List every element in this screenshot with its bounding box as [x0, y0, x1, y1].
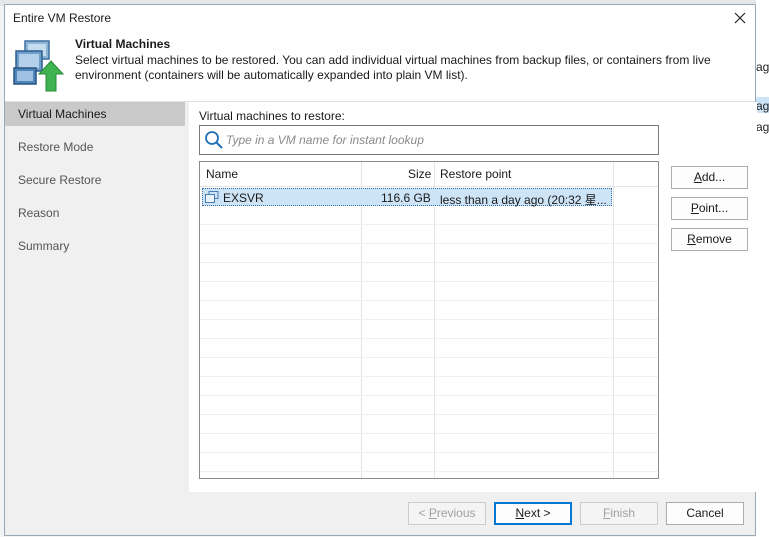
grid-line [200, 376, 658, 377]
next-button-label-post: ext > [524, 506, 551, 520]
previous-button-label-post: revious [436, 506, 476, 520]
background-text-fragment: ag [756, 99, 769, 113]
grid-line [200, 357, 658, 358]
restore-dialog: Entire VM Restore Virtual Machines Selec… [4, 4, 757, 536]
column-header-restore-point[interactable]: Restore point [440, 167, 511, 181]
grid-line [200, 414, 658, 415]
finish-button[interactable]: Finish [580, 502, 658, 525]
grid-line [200, 300, 658, 301]
grid-line [200, 243, 658, 244]
window-title: Entire VM Restore [13, 11, 112, 25]
previous-button-access-key: P [428, 506, 437, 520]
previous-button[interactable]: < Previous [408, 502, 486, 525]
grid-line [200, 433, 658, 434]
virtual-machines-restore-icon [13, 40, 65, 92]
grid-line [200, 452, 658, 453]
next-button[interactable]: Next > [494, 502, 572, 525]
remove-button-label-post: emove [695, 232, 732, 246]
column-divider [434, 162, 435, 478]
grid-line [200, 319, 658, 320]
point-button[interactable]: Point... [671, 197, 748, 220]
step-virtual-machines[interactable]: Virtual Machines [5, 102, 185, 126]
background-text-fragment: ag [756, 60, 769, 74]
grid-line [200, 262, 658, 263]
step-secure-restore[interactable]: Secure Restore [5, 168, 185, 192]
table-row[interactable]: EXSVR 116.6 GB less than a day ago (20:3… [202, 188, 612, 207]
column-header-name[interactable]: Name [206, 167, 238, 181]
close-icon [734, 12, 746, 24]
step-summary[interactable]: Summary [5, 234, 185, 258]
grid-line [200, 471, 658, 472]
column-header-size[interactable]: Size [408, 167, 431, 181]
vm-search-input[interactable] [226, 131, 646, 149]
wizard-steps: Virtual Machines Restore Mode Secure Res… [5, 102, 185, 492]
remove-button[interactable]: Remove [671, 228, 748, 251]
search-icon [205, 131, 223, 149]
vm-name: EXSVR [223, 191, 264, 205]
column-divider [361, 162, 362, 478]
point-button-access-key: P [690, 201, 699, 215]
step-reason[interactable]: Reason [5, 201, 185, 225]
page-title: Virtual Machines [75, 37, 171, 51]
step-restore-mode[interactable]: Restore Mode [5, 135, 185, 159]
vm-search-box [199, 125, 659, 155]
next-button-access-key: N [515, 506, 525, 520]
table-header: Name Size Restore point [200, 162, 658, 187]
vm-icon [205, 191, 219, 203]
wizard-header: Virtual Machines Select virtual machines… [5, 31, 755, 102]
cancel-button[interactable]: Cancel [666, 502, 744, 525]
grid-line [200, 338, 658, 339]
background-window: ag ag ag [756, 0, 769, 537]
background-text-fragment: ag [756, 120, 769, 134]
grid-line [200, 395, 658, 396]
previous-button-label-pre: < [418, 506, 429, 520]
remove-button-access-key: R [687, 232, 696, 246]
add-button-label-post: dd... [701, 170, 726, 184]
add-button-access-key: A [693, 170, 702, 184]
point-button-label-post: oint... [698, 201, 729, 215]
vm-table: Name Size Restore point EXSVR 116.6 GB l… [199, 161, 659, 479]
grid-line [200, 281, 658, 282]
add-button[interactable]: Add... [671, 166, 748, 189]
page-description: Select virtual machines to be restored. … [75, 53, 711, 82]
vm-size: 116.6 GB [381, 191, 431, 205]
title-bar: Entire VM Restore [5, 5, 755, 31]
column-divider [613, 162, 614, 478]
close-button[interactable] [725, 5, 755, 31]
grid-line [200, 224, 658, 225]
vm-restore-point: less than a day ago (20:32 星... [440, 193, 607, 207]
main-panel: Virtual machines to restore: Type in a V… [189, 102, 757, 492]
vm-list-label: Virtual machines to restore: [199, 109, 345, 123]
finish-button-label-post: inish [610, 506, 636, 520]
